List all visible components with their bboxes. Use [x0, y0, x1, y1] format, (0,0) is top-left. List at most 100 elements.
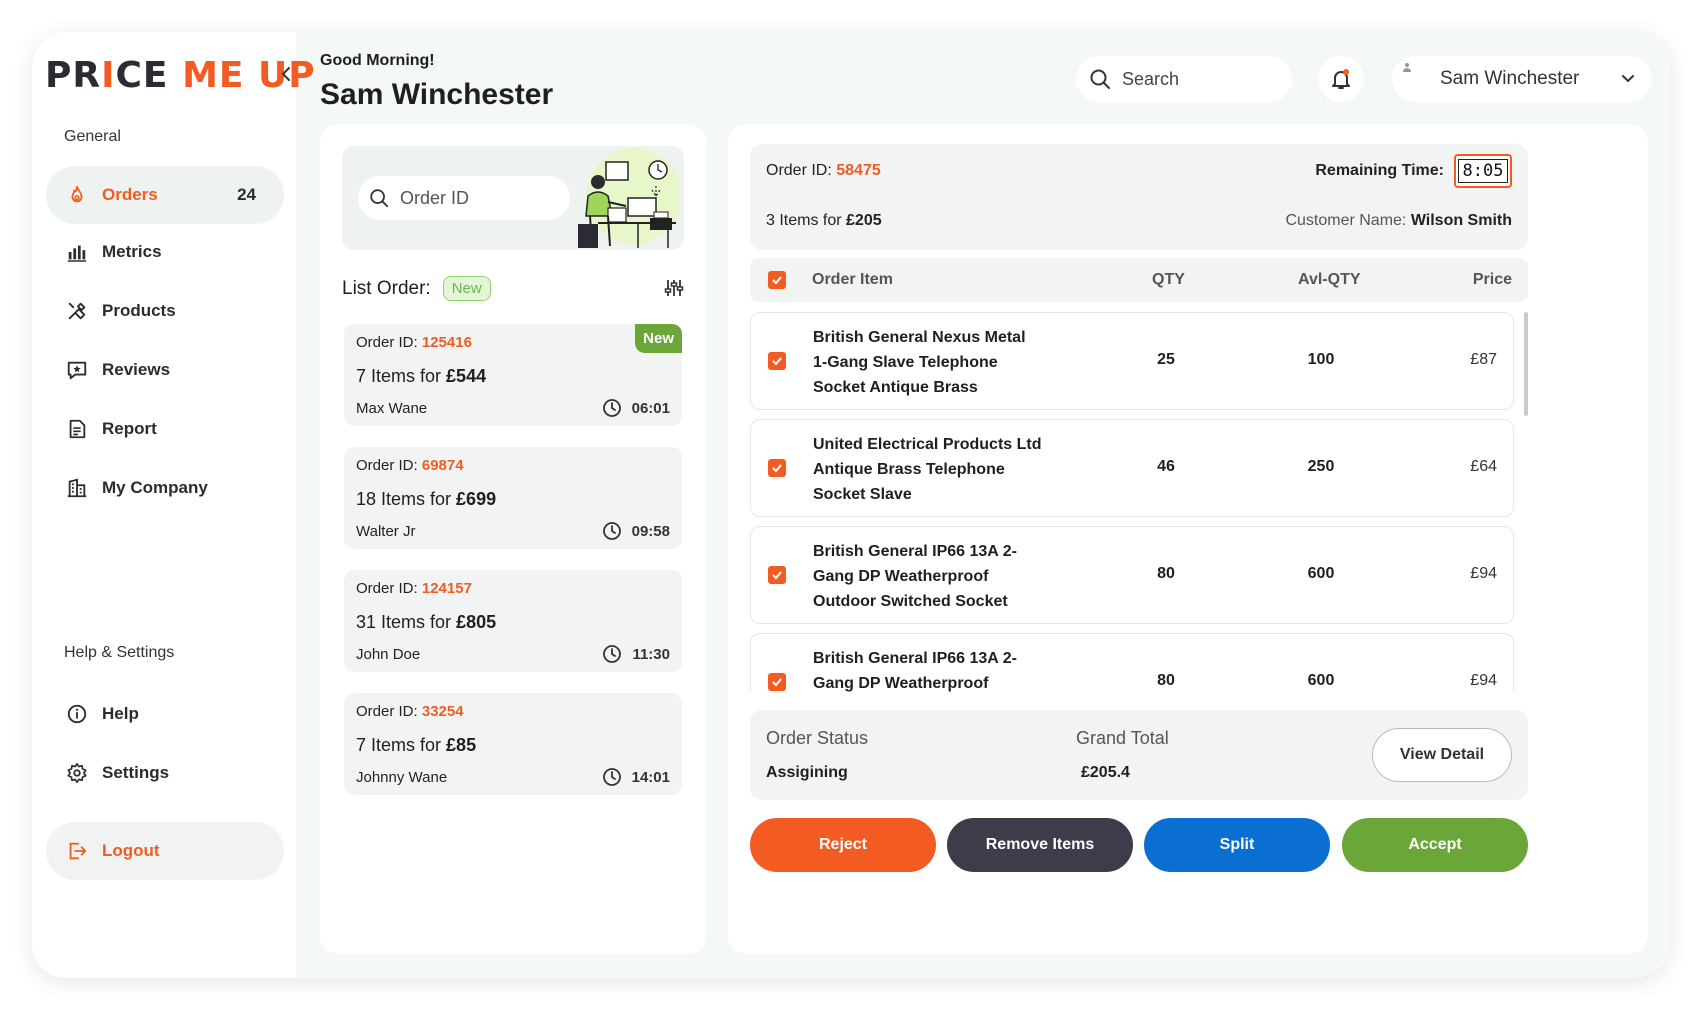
- sidebar-item-label: Report: [102, 419, 157, 438]
- row-checkbox[interactable]: [768, 459, 786, 477]
- sidebar-item-settings[interactable]: Settings: [46, 744, 284, 802]
- sidebar-item-products[interactable]: Products: [46, 282, 284, 340]
- sidebar-item-label: Orders: [102, 185, 158, 204]
- table-row[interactable]: British General IP66 13A 2-Gang DP Weath…: [750, 633, 1514, 692]
- row-checkbox[interactable]: [768, 673, 786, 691]
- item-qty: 80: [1157, 565, 1175, 582]
- help-settings-section-label: Help & Settings: [64, 644, 175, 661]
- document-icon: [64, 416, 90, 442]
- clock-icon: [602, 399, 621, 417]
- customer-name: Walter Jr: [356, 523, 416, 540]
- order-id: Order ID: 69874: [356, 457, 464, 474]
- order-card[interactable]: Order ID: 69874 18 Items for £699 Walter…: [344, 447, 682, 549]
- row-checkbox[interactable]: [768, 352, 786, 370]
- gear-icon: [64, 760, 90, 786]
- grand-total-label: Grand Total: [1076, 728, 1169, 748]
- item-price: £94: [1470, 565, 1497, 582]
- sidebar-item-report[interactable]: Report: [46, 400, 284, 458]
- chevron-left-icon: [281, 67, 290, 81]
- order-status-value: Assigining: [766, 764, 848, 781]
- item-avl-qty: 600: [1307, 672, 1335, 689]
- sidebar-item-help[interactable]: Help: [46, 685, 284, 743]
- item-price: £87: [1470, 351, 1497, 368]
- item-avl-qty: 250: [1307, 458, 1335, 475]
- order-card[interactable]: Order ID: 124157 31 Items for £805 John …: [344, 570, 682, 672]
- filter-button[interactable]: [664, 278, 684, 303]
- items-table-header: Order Item QTY Avl-QTY Price: [750, 258, 1528, 302]
- sidebar-item-metrics[interactable]: Metrics: [46, 223, 284, 281]
- split-button[interactable]: Split: [1144, 818, 1330, 872]
- order-id: Order ID: 125416: [356, 334, 472, 351]
- new-filter-badge[interactable]: New: [442, 276, 491, 301]
- view-detail-button[interactable]: View Detail: [1372, 728, 1512, 782]
- table-row[interactable]: British General IP66 13A 2-Gang DP Weath…: [750, 526, 1514, 624]
- sidebar-item-reviews[interactable]: Reviews: [46, 341, 284, 399]
- column-header-avl-qty: Avl-QTY: [1298, 271, 1361, 288]
- info-icon: [64, 701, 90, 727]
- order-time: 09:58: [602, 521, 670, 541]
- order-id-search-input[interactable]: Order ID: [358, 176, 570, 220]
- clock-icon: [603, 645, 622, 663]
- order-card[interactable]: Order ID: 125416 New 7 Items for £544 Ma…: [344, 324, 682, 426]
- sidebar-item-label: Reviews: [102, 360, 171, 379]
- notifications-button[interactable]: [1318, 56, 1364, 102]
- order-card[interactable]: Order ID: 33254 7 Items for £85 Johnny W…: [344, 693, 682, 795]
- reject-button[interactable]: Reject: [750, 818, 936, 872]
- order-summary: 31 Items for £805: [356, 612, 497, 632]
- row-checkbox[interactable]: [768, 566, 786, 584]
- remove-items-button[interactable]: Remove Items: [947, 818, 1133, 872]
- select-all-checkbox[interactable]: [768, 271, 786, 289]
- logout-button[interactable]: Logout: [46, 822, 284, 880]
- table-row[interactable]: British General Nexus Metal 1-Gang Slave…: [750, 312, 1514, 410]
- sidebar-item-label: Products: [102, 301, 176, 320]
- sidebar-item-my-company[interactable]: My Company: [46, 459, 284, 517]
- order-summary: 7 Items for £544: [356, 366, 487, 386]
- table-row[interactable]: United Electrical Products Ltd Antique B…: [750, 419, 1514, 517]
- avatar: [1402, 62, 1416, 76]
- order-id-placeholder: Order ID: [400, 187, 470, 208]
- table-scrollbar[interactable]: [1524, 312, 1528, 416]
- new-badge: New: [635, 324, 682, 353]
- check-icon: [772, 276, 782, 285]
- user-menu-dropdown[interactable]: Sam Winchester: [1392, 56, 1652, 102]
- orders-count: 24: [237, 185, 256, 204]
- workspace-illustration: [578, 148, 680, 248]
- detail-summary: 3 Items for £205: [766, 212, 882, 229]
- check-icon: [772, 464, 782, 473]
- item-qty: 80: [1157, 672, 1175, 689]
- clock-icon: [602, 768, 621, 786]
- page-title: Sam Winchester: [320, 78, 554, 111]
- search-input[interactable]: Search: [1076, 56, 1292, 102]
- search-icon: [370, 189, 389, 208]
- order-list-panel: Order ID List Order: New Order ID: 12541…: [320, 124, 706, 954]
- order-summary: 18 Items for £699: [356, 489, 497, 509]
- check-icon: [772, 678, 782, 687]
- order-id: Order ID: 33254: [356, 703, 464, 720]
- grand-total-value: £205.4: [1081, 764, 1130, 781]
- item-name: British General Nexus Metal 1-Gang Slave…: [813, 329, 1026, 396]
- search-icon: [1090, 69, 1110, 89]
- customer-name: Max Wane: [356, 400, 428, 417]
- order-time: 14:01: [602, 767, 670, 787]
- list-order-header: List Order: New: [342, 276, 491, 301]
- column-header-price: Price: [1472, 271, 1512, 288]
- order-summary: 7 Items for £85: [356, 735, 477, 755]
- item-qty: 25: [1157, 351, 1175, 368]
- logout-icon: [64, 838, 90, 864]
- collapse-sidebar-button[interactable]: [276, 62, 296, 86]
- order-status-label: Order Status: [766, 728, 869, 748]
- accept-button[interactable]: Accept: [1342, 818, 1528, 872]
- items-table-body[interactable]: British General Nexus Metal 1-Gang Slave…: [750, 312, 1528, 692]
- sidebar-item-label: Settings: [102, 763, 170, 782]
- order-id: Order ID: 124157: [356, 580, 472, 597]
- sidebar-item-orders[interactable]: Orders 24: [46, 166, 284, 224]
- sidebar-item-label: My Company: [102, 478, 208, 497]
- fire-icon: [64, 182, 90, 208]
- tools-icon: [64, 298, 90, 324]
- item-name: United Electrical Products Ltd Antique B…: [813, 436, 1042, 503]
- check-icon: [772, 357, 782, 366]
- column-header-item: Order Item: [812, 271, 893, 288]
- customer-name: John Doe: [356, 646, 421, 663]
- detail-customer: Customer Name: Wilson Smith: [1285, 212, 1512, 229]
- order-search-card: Order ID: [342, 146, 684, 250]
